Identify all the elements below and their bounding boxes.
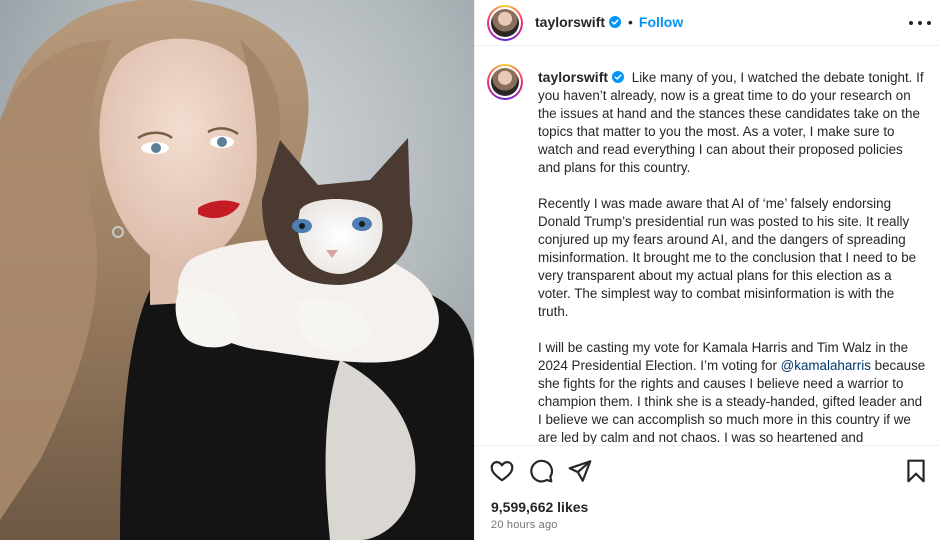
mention-link-kamalaharris[interactable]: @kamalaharris: [781, 358, 871, 373]
post-actions: 9,599,662 likes 20 hours ago: [475, 445, 940, 540]
more-dots-icon[interactable]: [909, 13, 931, 33]
caption-author-avatar[interactable]: [487, 64, 523, 100]
caption-paragraph: I will be casting my vote for Kamala Har…: [538, 339, 926, 444]
verified-badge-icon: [612, 71, 625, 83]
verified-badge-icon: [609, 16, 622, 28]
post-detail-panel: taylorswift • Follow taylorswift Like ma…: [474, 0, 940, 540]
author-username[interactable]: taylorswift: [535, 14, 605, 30]
caption-paragraph: Recently I was made aware that AI of ‘me…: [538, 195, 926, 321]
post-timestamp[interactable]: 20 hours ago: [491, 519, 558, 531]
caption-paragraph: taylorswift Like many of you, I watched …: [538, 68, 926, 177]
post-header: taylorswift • Follow: [475, 0, 940, 46]
caption-text-1: Like many of you, I watched the debate t…: [538, 70, 924, 175]
caption-author-username[interactable]: taylorswift: [538, 69, 608, 85]
follow-button[interactable]: Follow: [639, 14, 683, 30]
caption-text-2: Recently I was made aware that AI of ‘me…: [538, 196, 917, 319]
comment-icon[interactable]: [528, 458, 554, 484]
author-avatar[interactable]: [487, 5, 523, 41]
post-image[interactable]: [0, 0, 474, 540]
author-info: taylorswift • Follow: [535, 14, 683, 30]
post-photo-illustration: [0, 0, 474, 540]
bookmark-icon[interactable]: [903, 458, 929, 484]
paper-plane-icon[interactable]: [567, 458, 593, 484]
caption-section: taylorswift Like many of you, I watched …: [475, 47, 940, 444]
separator-dot: •: [628, 14, 633, 30]
heart-icon[interactable]: [489, 458, 515, 484]
likes-count[interactable]: 9,599,662 likes: [491, 499, 588, 515]
post-caption: taylorswift Like many of you, I watched …: [538, 68, 926, 444]
